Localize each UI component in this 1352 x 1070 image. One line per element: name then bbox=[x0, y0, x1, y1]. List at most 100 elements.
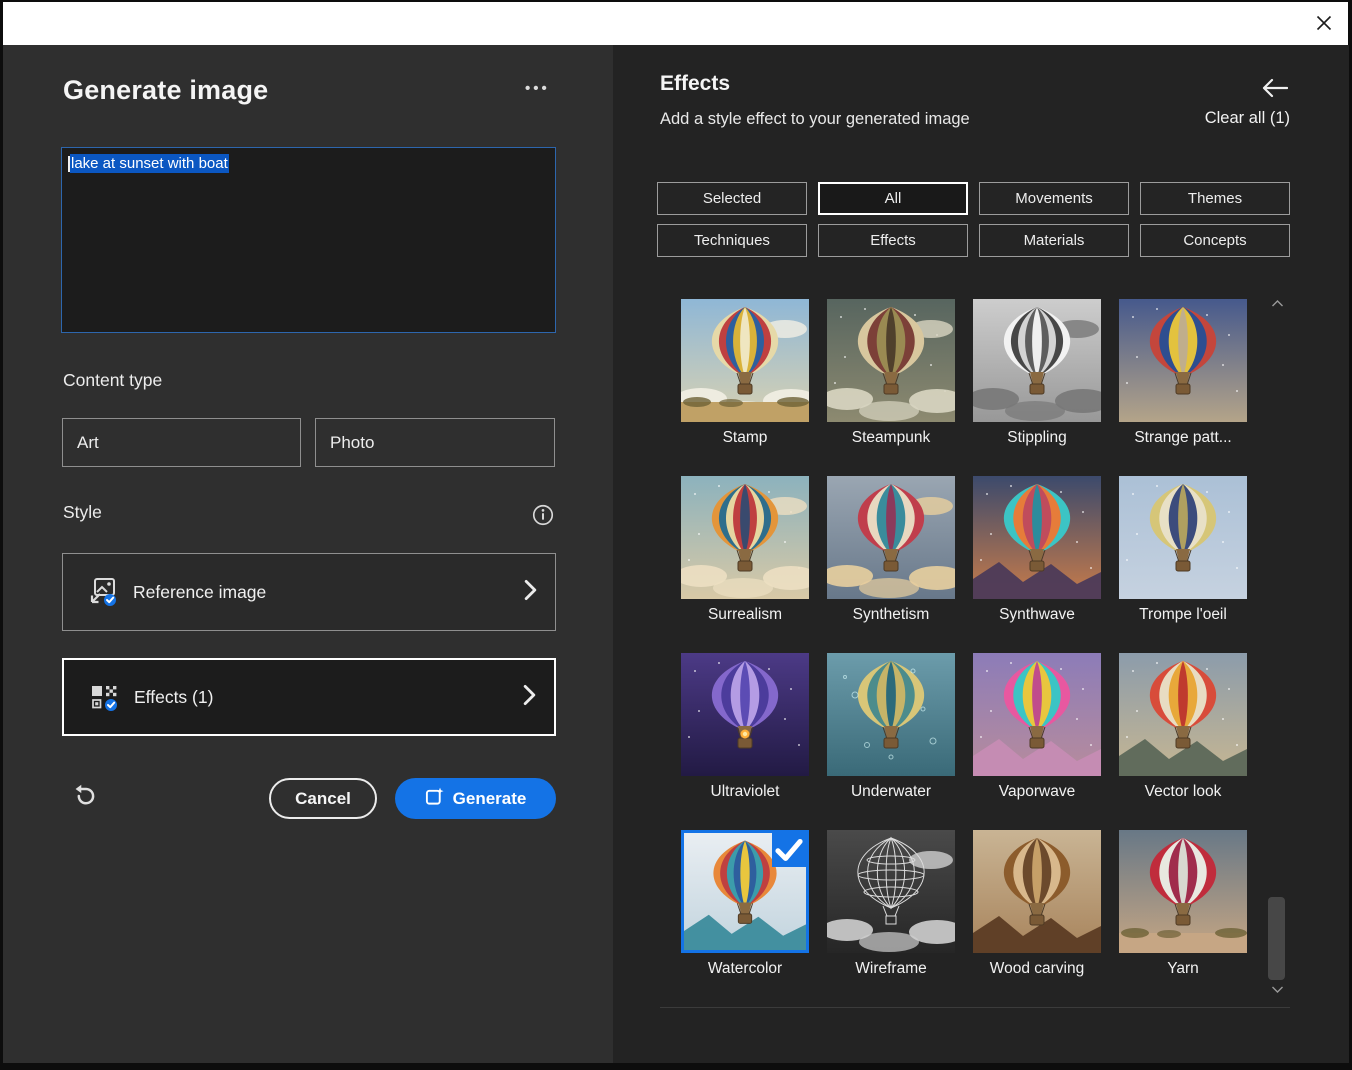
reference-image-row[interactable]: Reference image bbox=[62, 553, 556, 631]
effect-label: Surrealism bbox=[681, 606, 809, 624]
effect-label: Stippling bbox=[973, 429, 1101, 447]
effect-card-vaporwave[interactable]: Vaporwave bbox=[973, 653, 1101, 830]
filter-group: Selected All Movements Themes Techniques Effe… bbox=[657, 182, 1290, 257]
effect-label: Trompe l'oeil bbox=[1119, 606, 1247, 624]
effects-row[interactable]: Effects (1) bbox=[62, 658, 556, 736]
effect-card-vector-look[interactable]: Vector look bbox=[1119, 653, 1247, 830]
effect-card-stippling[interactable]: Stippling bbox=[973, 299, 1101, 476]
content-type-art-button[interactable]: Art bbox=[62, 418, 301, 467]
effect-label: Vaporwave bbox=[973, 783, 1101, 801]
effect-card-wireframe[interactable]: Wireframe bbox=[827, 830, 955, 1007]
scroll-up-icon[interactable] bbox=[1268, 299, 1286, 311]
effect-card-stamp[interactable]: Stamp bbox=[681, 299, 809, 476]
effect-thumbnail-vaporwave bbox=[973, 653, 1101, 776]
back-arrow-icon bbox=[1262, 86, 1288, 101]
effect-label: Synthetism bbox=[827, 606, 955, 624]
generate-button[interactable]: Generate bbox=[395, 778, 556, 819]
effects-title: Effects bbox=[660, 72, 730, 96]
close-icon bbox=[1314, 13, 1334, 36]
reset-icon bbox=[71, 797, 97, 812]
reference-image-label: Reference image bbox=[133, 582, 266, 603]
check-icon bbox=[772, 833, 806, 867]
effect-card-underwater[interactable]: Underwater bbox=[827, 653, 955, 830]
window-titlebar bbox=[3, 2, 1348, 45]
effect-label: Watercolor bbox=[681, 960, 809, 978]
effect-card-trompe-l-oeil[interactable]: Trompe l'oeil bbox=[1119, 476, 1247, 653]
effect-label: Stamp bbox=[681, 429, 809, 447]
ellipsis-icon: ••• bbox=[525, 80, 550, 97]
close-button[interactable] bbox=[1312, 12, 1336, 36]
effect-card-ultraviolet[interactable]: Ultraviolet bbox=[681, 653, 809, 830]
effect-card-synthwave[interactable]: Synthwave bbox=[973, 476, 1101, 653]
effect-card-synthetism[interactable]: Synthetism bbox=[827, 476, 955, 653]
style-label: Style bbox=[63, 502, 102, 523]
effect-card-wood-carving[interactable]: Wood carving bbox=[973, 830, 1101, 1007]
cancel-button[interactable]: Cancel bbox=[269, 778, 377, 819]
generate-image-dialog: Generate image ••• lake at sunset with b… bbox=[0, 0, 1352, 1070]
effect-thumbnail-wood-carving bbox=[973, 830, 1101, 953]
effect-thumbnail-trompe-l-oeil bbox=[1119, 476, 1247, 599]
effect-label: Wood carving bbox=[973, 960, 1101, 978]
effect-label: Underwater bbox=[827, 783, 955, 801]
filter-techniques[interactable]: Techniques bbox=[657, 224, 807, 257]
filter-all[interactable]: All bbox=[818, 182, 968, 215]
effect-thumbnail-surrealism bbox=[681, 476, 809, 599]
effect-label: Yarn bbox=[1119, 960, 1247, 978]
effects-row-label: Effects (1) bbox=[134, 687, 213, 708]
reset-button[interactable] bbox=[67, 778, 101, 816]
effect-card-yarn[interactable]: Yarn bbox=[1119, 830, 1247, 1007]
effect-thumbnail-synthwave bbox=[973, 476, 1101, 599]
effect-thumbnail-stamp bbox=[681, 299, 809, 422]
clear-all-button[interactable]: Clear all (1) bbox=[1205, 109, 1290, 128]
effect-thumbnail-yarn bbox=[1119, 830, 1247, 953]
prompt-selected-text: lake at sunset with boat bbox=[70, 154, 229, 173]
effect-label: Vector look bbox=[1119, 783, 1247, 801]
generate-label: Generate bbox=[453, 789, 527, 809]
prompt-textarea[interactable]: lake at sunset with boat bbox=[61, 147, 556, 333]
filter-concepts[interactable]: Concepts bbox=[1140, 224, 1290, 257]
effect-card-surrealism[interactable]: Surrealism bbox=[681, 476, 809, 653]
effects-grid: Stamp Steampunk Stippling Strange patt... Su… bbox=[681, 299, 1247, 1007]
effect-thumbnail-vector-look bbox=[1119, 653, 1247, 776]
effect-card-watercolor[interactable]: Watercolor bbox=[681, 830, 809, 1007]
reference-image-icon bbox=[87, 576, 119, 608]
generate-sparkle-icon bbox=[425, 787, 444, 811]
scrollbar bbox=[1268, 299, 1286, 997]
effect-label: Synthwave bbox=[973, 606, 1101, 624]
art-option-label: Art bbox=[77, 433, 99, 452]
effect-thumbnail-underwater bbox=[827, 653, 955, 776]
effects-panel: Effects Add a style effect to your gener… bbox=[613, 45, 1349, 1063]
effects-grid-icon bbox=[88, 681, 120, 713]
content-type-photo-button[interactable]: Photo bbox=[315, 418, 555, 467]
chevron-right-icon bbox=[523, 684, 536, 711]
effect-label: Ultraviolet bbox=[681, 783, 809, 801]
effect-label: Steampunk bbox=[827, 429, 955, 447]
effect-label: Wireframe bbox=[827, 960, 955, 978]
back-button[interactable] bbox=[1261, 78, 1289, 100]
effect-thumbnail-synthetism bbox=[827, 476, 955, 599]
chevron-right-icon bbox=[524, 579, 537, 606]
divider bbox=[660, 1007, 1290, 1008]
content-type-label: Content type bbox=[63, 370, 162, 391]
filter-selected[interactable]: Selected bbox=[657, 182, 807, 215]
effect-label: Strange patt... bbox=[1119, 429, 1247, 447]
effect-card-strange-patt[interactable]: Strange patt... bbox=[1119, 299, 1247, 476]
photo-option-label: Photo bbox=[330, 433, 374, 452]
scrollbar-thumb[interactable] bbox=[1268, 897, 1285, 980]
more-options-button[interactable]: ••• bbox=[519, 79, 556, 98]
effect-thumbnail-strange-patt bbox=[1119, 299, 1247, 422]
scroll-down-icon[interactable] bbox=[1268, 985, 1286, 997]
page-title: Generate image bbox=[63, 75, 268, 106]
effect-thumbnail-ultraviolet bbox=[681, 653, 809, 776]
effect-thumbnail-wireframe bbox=[827, 830, 955, 953]
cancel-label: Cancel bbox=[295, 789, 351, 808]
filter-materials[interactable]: Materials bbox=[979, 224, 1129, 257]
info-circle-icon bbox=[532, 514, 554, 529]
effect-thumbnail-stippling bbox=[973, 299, 1101, 422]
filter-effects[interactable]: Effects bbox=[818, 224, 968, 257]
filter-movements[interactable]: Movements bbox=[979, 182, 1129, 215]
style-info-button[interactable] bbox=[531, 504, 555, 528]
effect-thumbnail-steampunk bbox=[827, 299, 955, 422]
filter-themes[interactable]: Themes bbox=[1140, 182, 1290, 215]
effect-card-steampunk[interactable]: Steampunk bbox=[827, 299, 955, 476]
